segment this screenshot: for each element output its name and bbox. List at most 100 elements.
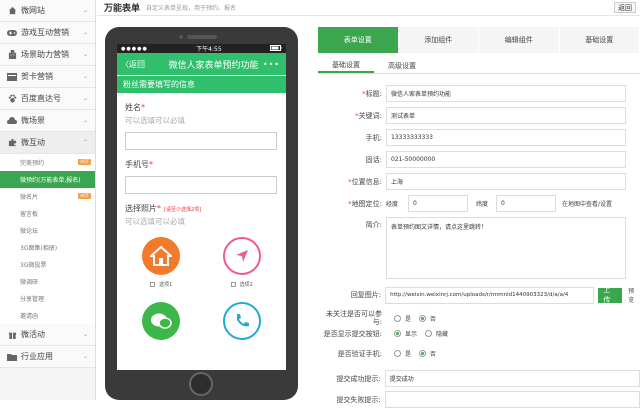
option-checkbox[interactable]: 选项1 xyxy=(150,281,172,288)
geo-label: *地图定位: xyxy=(318,200,386,208)
radio-circle[interactable] xyxy=(394,315,401,322)
option-item[interactable]: 选项1 xyxy=(141,237,181,288)
field-label: 手机号* xyxy=(125,159,278,170)
building-icon xyxy=(7,50,17,60)
radio-verify-yes[interactable]: 是 xyxy=(394,349,411,358)
option-label: 选项2 xyxy=(240,281,253,288)
image-url-input[interactable]: http://weixin.weixinrj.com/uploads/r/rmm… xyxy=(385,287,594,304)
lng-input[interactable]: 0 xyxy=(408,195,468,212)
tel-input[interactable]: 021-50000000 xyxy=(386,151,626,168)
label-text: 标题: xyxy=(366,90,382,98)
subitem-label: 邀请函 xyxy=(20,311,38,320)
sidebar-subitem-message[interactable]: 留言板 xyxy=(0,205,95,222)
intro-textarea[interactable]: 表单预约图文详情，请点这里跳转！ xyxy=(386,217,626,279)
mobile-input[interactable]: 13333333333 xyxy=(386,129,626,146)
tab-basic-settings[interactable]: 基础设置 xyxy=(560,27,640,53)
lat-label: 纬度 xyxy=(476,199,488,208)
wechat-icon xyxy=(142,302,180,340)
required-mark: * xyxy=(149,160,153,169)
subtab-basic[interactable]: 基础设置 xyxy=(318,58,374,73)
sidebar-item-industry[interactable]: 行业应用⌄ xyxy=(0,346,95,368)
radio-hide[interactable]: 隐藏 xyxy=(425,329,448,338)
success-input[interactable]: 提交成功 xyxy=(385,370,640,387)
tab-add-component[interactable]: 添加组件 xyxy=(399,27,480,53)
sidebar-item-website[interactable]: 微网站⌄ xyxy=(0,0,95,22)
row-success: 提交成功提示: 提交成功 xyxy=(318,370,640,387)
radio-label: 否 xyxy=(430,349,436,358)
radio-circle[interactable] xyxy=(394,350,401,357)
sidebar-item-card-marketing[interactable]: 贺卡营销⌄ xyxy=(0,66,95,88)
phone-preview: ●●●●● 下午4:55 〈返回 微信人家表单预约功能 ••• 粉丝需要填写的信… xyxy=(105,27,298,400)
phone-input[interactable] xyxy=(125,176,277,194)
option-label: 选项1 xyxy=(159,281,172,288)
row-location: *位置信息: 上海 xyxy=(318,173,640,190)
image-label: 回复图片: xyxy=(318,291,385,299)
map-link[interactable]: 在地图中查看/设置 xyxy=(562,199,612,208)
location-input[interactable]: 上海 xyxy=(386,173,626,190)
keyword-input[interactable]: 测试表单 xyxy=(386,107,626,124)
back-button[interactable]: 返回 xyxy=(614,2,636,13)
title-input[interactable]: 微信人家表单预约功能 xyxy=(386,85,626,102)
sidebar-subitem-invite[interactable]: 邀请函 xyxy=(0,307,95,324)
sidebar-item-game-marketing[interactable]: 游戏互动营销⌄ xyxy=(0,22,95,44)
radio-show[interactable]: 显示 xyxy=(394,329,417,338)
checkbox[interactable] xyxy=(231,282,236,287)
option-checkbox[interactable]: 选项2 xyxy=(231,281,253,288)
preview-link[interactable]: 预览 xyxy=(628,286,640,304)
card-icon xyxy=(7,72,17,82)
sidebar-subitem-share[interactable]: 分享管理 xyxy=(0,290,95,307)
subitem-label: 微调研 xyxy=(20,277,38,286)
row-follow: 未关注是否可以参与: 是 否 xyxy=(318,310,640,326)
radio-circle[interactable] xyxy=(394,330,401,337)
camera-icon xyxy=(179,35,183,39)
subtab-advanced[interactable]: 高级设置 xyxy=(374,58,430,73)
upload-button[interactable]: 上传 xyxy=(598,288,622,303)
sidebar-subitem-vote[interactable]: 3G微投票 xyxy=(0,256,95,273)
home-button[interactable] xyxy=(189,372,213,396)
puzzle-icon xyxy=(7,138,17,148)
speaker-icon xyxy=(187,35,217,39)
option-item[interactable] xyxy=(222,302,262,340)
sidebar-item-baidu[interactable]: 百度直达号⌄ xyxy=(0,88,95,110)
title-label: *标题: xyxy=(318,90,386,98)
verify-label: 是否验证手机: xyxy=(318,350,386,358)
sidebar-item-interaction[interactable]: 微互动⌃ xyxy=(0,132,95,154)
radio-circle[interactable] xyxy=(425,330,432,337)
status-time: 下午4:55 xyxy=(196,44,221,53)
tab-edit-component[interactable]: 编辑组件 xyxy=(479,27,560,53)
sidebar-subitem-survey[interactable]: 微调研 xyxy=(0,273,95,290)
checkbox[interactable] xyxy=(150,282,155,287)
radio-circle[interactable] xyxy=(419,350,426,357)
subitem-label: 分享管理 xyxy=(20,294,44,303)
sidebar-item-scene-marketing[interactable]: 场景助力营销⌄ xyxy=(0,44,95,66)
phone-back-button[interactable]: 〈返回 xyxy=(117,59,153,70)
field-hint: 可以选填可以必填 xyxy=(125,216,278,227)
sidebar-subitem-album[interactable]: 3G图集(相册) xyxy=(0,239,95,256)
select-limit: [请至少选择2项] xyxy=(164,207,201,213)
radio-circle[interactable] xyxy=(419,315,426,322)
field-label-text: 姓名 xyxy=(125,103,141,112)
sidebar-subitem-form[interactable]: 微预约(万能表单,报名) xyxy=(0,171,95,188)
field-hint: 可以选填可以必填 xyxy=(125,115,278,126)
sidebar-subitem-forum[interactable]: 微论坛 xyxy=(0,222,95,239)
sidebar-item-label: 行业应用 xyxy=(21,351,83,362)
subitem-label: 微预约(万能表单,报名) xyxy=(20,175,81,184)
sidebar-item-scene[interactable]: 微场景⌄ xyxy=(0,110,95,132)
subitem-label: 3G图集(相册) xyxy=(20,243,57,252)
option-item[interactable]: 选项2 xyxy=(222,237,262,288)
lat-input[interactable]: 0 xyxy=(496,195,556,212)
settings-panel: 表单设置 添加组件 编辑组件 基础设置 基础设置 高级设置 *标题: 微信人家表… xyxy=(318,27,640,400)
radio-no[interactable]: 否 xyxy=(419,314,436,323)
sidebar-subitem-perfect-booking[interactable]: 完美预约HOT xyxy=(0,154,95,171)
sidebar-item-label: 微活动 xyxy=(21,329,83,340)
sidebar-subitem-card[interactable]: 微名片HOT xyxy=(0,188,95,205)
radio-yes[interactable]: 是 xyxy=(394,314,411,323)
option-item[interactable] xyxy=(141,302,181,340)
name-input[interactable] xyxy=(125,132,277,150)
tab-form-settings[interactable]: 表单设置 xyxy=(318,27,399,53)
label-text: 位置信息: xyxy=(352,178,382,186)
sidebar-item-activity[interactable]: 微活动⌄ xyxy=(0,324,95,346)
radio-verify-no[interactable]: 否 xyxy=(419,349,436,358)
more-icon[interactable]: ••• xyxy=(263,60,280,69)
row-mobile: 手机: 13333333333 xyxy=(318,129,640,146)
